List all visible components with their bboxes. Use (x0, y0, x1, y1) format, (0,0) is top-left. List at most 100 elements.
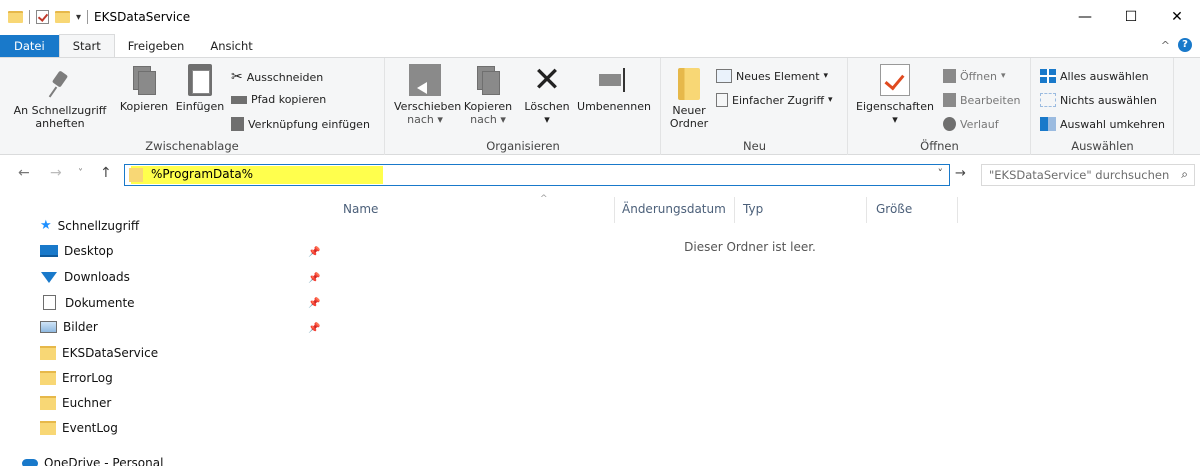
rename-button[interactable]: Umbenennen (576, 64, 652, 113)
nav-item-pictures[interactable]: Bilder (40, 320, 98, 334)
forward-arrow-icon[interactable]: → (50, 165, 62, 181)
up-arrow-icon[interactable]: ↑ (100, 165, 112, 181)
invert-selection-button[interactable]: Auswahl umkehren (1040, 117, 1165, 131)
edit-icon (943, 93, 956, 107)
back-arrow-icon[interactable]: ← (18, 165, 30, 181)
select-all-button[interactable]: Alles auswählen (1040, 69, 1149, 83)
move-icon (409, 64, 441, 96)
desktop-icon (40, 245, 58, 257)
search-icon[interactable]: ⌕ (1181, 167, 1188, 182)
column-divider[interactable] (866, 197, 867, 223)
open-group: Eigenschaften ▾ Öffnen ▾ Bearbeiten Verl… (849, 58, 1031, 155)
quick-access-toolbar: ▾ (0, 0, 89, 34)
nav-item-euchner[interactable]: Euchner (40, 396, 111, 410)
pin-icon[interactable]: 📌 (308, 273, 320, 284)
pictures-icon (40, 321, 57, 333)
properties-button[interactable]: Eigenschaften ▾ (855, 64, 935, 126)
rename-icon (597, 64, 631, 96)
delete-button[interactable]: ✕ Löschen ▾ (522, 63, 572, 126)
tab-share[interactable]: Freigeben (115, 35, 198, 58)
empty-folder-message: Dieser Ordner ist leer. (684, 240, 816, 254)
search-box[interactable]: "EKSDataService" durchsuchen ⌕ (981, 164, 1195, 186)
properties-icon[interactable] (36, 10, 49, 24)
pin-icon[interactable]: 📌 (308, 247, 320, 258)
paste-icon (188, 64, 212, 96)
select-all-icon (1040, 69, 1056, 83)
ribbon-tabs: Datei Start Freigeben Ansicht ^ ? (0, 34, 1200, 58)
collapse-ribbon-icon[interactable]: ^ (1161, 39, 1170, 52)
new-group: Neuer Ordner Neues Element ▾ Einfacher Z… (662, 58, 848, 155)
copy-path-button[interactable]: Pfad kopieren (231, 93, 326, 106)
column-header-date[interactable]: Änderungsdatum (622, 202, 726, 216)
new-folder-icon[interactable] (55, 11, 70, 23)
nav-item-onedrive[interactable]: OneDrive - Personal (22, 456, 163, 466)
folder-icon (8, 11, 23, 23)
tab-view[interactable]: Ansicht (197, 35, 265, 58)
copy-icon (131, 64, 157, 96)
paste-label: Einfügen (175, 100, 225, 113)
select-group-label: Auswählen (1071, 139, 1134, 153)
divider (29, 10, 30, 24)
address-dropdown-icon[interactable]: ˅ (938, 167, 944, 180)
customize-toolbar-dropdown[interactable]: ▾ (76, 12, 81, 23)
nav-item-label: Dokumente (65, 295, 135, 310)
paste-shortcut-button[interactable]: Verknüpfung einfügen (231, 117, 370, 131)
column-header-name[interactable]: Name (343, 202, 378, 216)
edit-button[interactable]: Bearbeiten (943, 93, 1020, 107)
column-header-size[interactable]: Größe (876, 202, 912, 216)
nav-item-errorlog[interactable]: ErrorLog (40, 371, 113, 385)
edit-label: Bearbeiten (960, 93, 1021, 107)
new-folder-button[interactable]: Neuer Ordner (666, 64, 712, 130)
address-input[interactable]: %ProgramData% (151, 167, 253, 181)
select-all-label: Alles auswählen (1060, 69, 1149, 83)
nav-item-eksdataservice[interactable]: EKSDataService (40, 346, 158, 360)
nav-item-documents[interactable]: Dokumente (40, 295, 135, 310)
go-arrow-icon[interactable]: → (955, 166, 966, 181)
properties-label: Eigenschaften (856, 100, 934, 113)
column-header-type[interactable]: Typ (743, 202, 763, 216)
copy-path-label: Pfad kopieren (251, 93, 327, 106)
history-button[interactable]: Verlauf (943, 117, 999, 131)
new-folder-label-2: Ordner (669, 117, 709, 130)
easy-access-button[interactable]: Einfacher Zugriff ▾ (716, 93, 833, 107)
new-item-button[interactable]: Neues Element ▾ (716, 69, 828, 83)
pin-icon[interactable]: 📌 (308, 323, 320, 334)
address-bar[interactable]: %ProgramData% ˅ (124, 164, 950, 186)
new-group-label: Neu (743, 139, 766, 153)
column-divider[interactable] (734, 197, 735, 223)
nav-item-desktop[interactable]: Desktop (40, 244, 114, 258)
window-title: EKSDataService (94, 10, 191, 24)
move-label-1: Verschieben (394, 100, 462, 113)
tab-file[interactable]: Datei (0, 35, 59, 58)
paste-button[interactable]: Einfügen (172, 64, 228, 113)
nav-item-eventlog[interactable]: EventLog (40, 421, 118, 435)
copy-button[interactable]: Kopieren (116, 64, 172, 113)
copy-to-button[interactable]: Kopieren nach ▾ (460, 64, 516, 126)
cut-button[interactable]: ✂ Ausschneiden (231, 69, 323, 85)
nav-item-downloads[interactable]: Downloads (40, 270, 130, 284)
column-divider[interactable] (614, 197, 615, 223)
folder-icon (40, 371, 56, 385)
copy-to-label-2: nach (470, 113, 497, 126)
ribbon-controls: ^ ? (1161, 38, 1192, 52)
tab-start[interactable]: Start (58, 34, 115, 58)
nav-quick-access-label: Schnellzugriff (57, 218, 140, 233)
recent-locations-icon[interactable]: ˅ (78, 168, 83, 179)
nav-quick-access[interactable]: ★ Schnellzugriff (40, 218, 139, 233)
clipboard-group-label: Zwischenablage (145, 139, 239, 153)
open-button[interactable]: Öffnen ▾ (943, 69, 1005, 83)
column-divider[interactable] (957, 197, 958, 223)
pin-icon[interactable]: 📌 (308, 298, 320, 309)
nav-item-label: Bilder (63, 320, 98, 334)
select-none-button[interactable]: Nichts auswählen (1040, 93, 1157, 107)
path-icon (231, 95, 247, 104)
maximize-button[interactable]: ☐ (1108, 0, 1154, 34)
minimize-button[interactable]: — (1062, 0, 1108, 34)
help-icon[interactable]: ? (1178, 38, 1192, 52)
pin-label-2: anheften (35, 117, 85, 130)
nav-item-label: ErrorLog (62, 371, 113, 385)
navigation-pane: ★ Schnellzugriff Desktop 📌 Downloads 📌 D… (0, 192, 330, 466)
pin-to-quick-access-button[interactable]: An Schnellzugriff anheften (6, 64, 114, 130)
move-to-button[interactable]: Verschieben nach ▾ (394, 64, 462, 126)
close-button[interactable]: ✕ (1154, 0, 1200, 34)
